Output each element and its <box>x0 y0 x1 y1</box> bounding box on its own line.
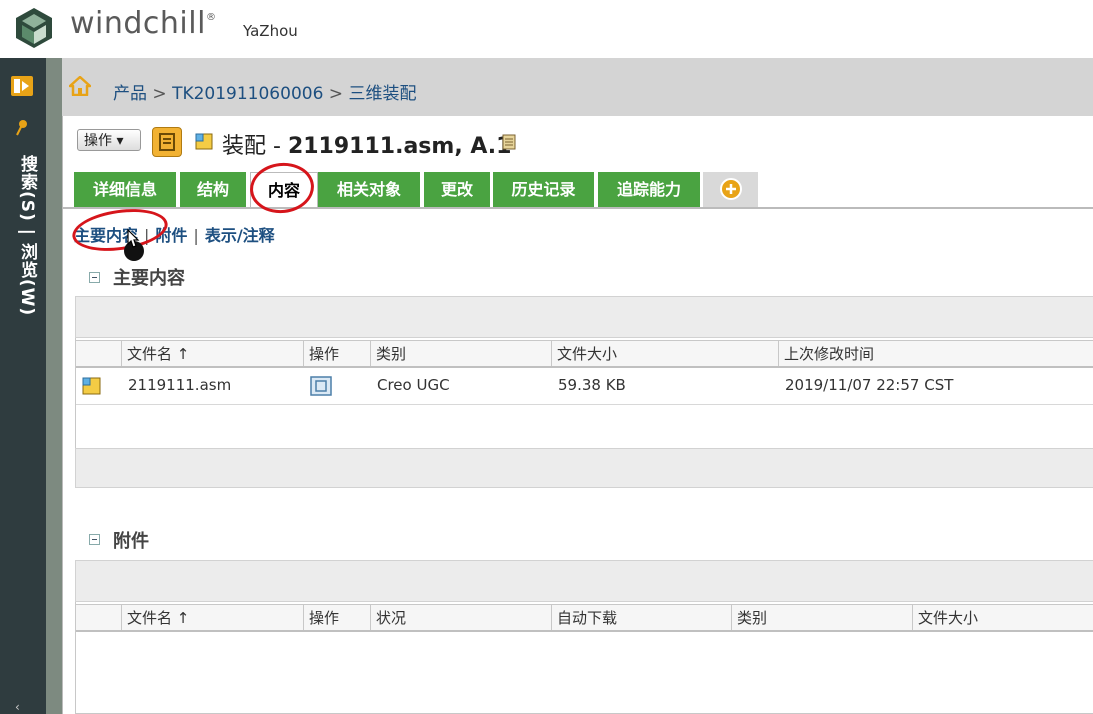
tab-traceability[interactable]: 追踪能力 <box>598 172 702 207</box>
expand-navigator-icon[interactable] <box>11 76 33 96</box>
attach-header-divider <box>76 630 1093 632</box>
pin-icon[interactable] <box>15 119 29 137</box>
actions-dropdown[interactable]: 操作 ▾ <box>77 129 141 151</box>
primary-table-footer <box>75 448 1093 488</box>
info-page-button[interactable] <box>152 127 182 157</box>
home-icon[interactable] <box>69 76 91 96</box>
breadcrumb-item-folder[interactable]: 三维装配 <box>348 84 416 104</box>
primary-section-title: 主要内容 <box>113 268 185 289</box>
left-rail-edge <box>46 58 62 714</box>
user-name: YaZhou <box>243 22 298 40</box>
primary-col-category[interactable]: 类别 <box>371 340 552 366</box>
attachments-section-title: 附件 <box>113 531 149 552</box>
tab-history[interactable]: 历史记录 <box>493 172 596 207</box>
breadcrumb-item-product[interactable]: 产品 <box>113 84 147 104</box>
brand-name: windchill® <box>70 6 217 41</box>
table-cell-size: 59.38 KB <box>558 376 626 394</box>
table-cell-modified: 2019/11/07 22:57 CST <box>785 376 954 394</box>
attach-col-autodownload[interactable]: 自动下载 <box>552 604 732 630</box>
tab-divider <box>62 207 1093 209</box>
primary-col-actions[interactable]: 操作 <box>304 340 371 366</box>
collapse-primary-icon[interactable] <box>89 272 100 283</box>
windchill-logo-icon <box>16 8 52 48</box>
rail-chevron-icon[interactable]: ‹ <box>15 700 20 714</box>
notes-icon[interactable] <box>500 133 518 151</box>
row-divider <box>76 404 1093 405</box>
attach-col-filename[interactable]: 文件名 ↑ <box>122 604 304 630</box>
tab-structure[interactable]: 结构 <box>180 172 248 207</box>
attach-col-icon <box>76 604 122 630</box>
subtab-representations[interactable]: 表示/注释 <box>205 226 275 245</box>
attach-col-category[interactable]: 类别 <box>732 604 913 630</box>
attachments-table-toolbar <box>75 560 1093 602</box>
header-divider <box>76 366 1093 368</box>
primary-col-size[interactable]: 文件大小 <box>552 340 779 366</box>
breadcrumb-item-project[interactable]: TK201911060006 <box>172 84 323 104</box>
tab-changes[interactable]: 更改 <box>424 172 492 207</box>
primary-col-modified[interactable]: 上次修改时间 <box>779 340 1093 366</box>
primary-table-toolbar <box>75 296 1093 338</box>
primary-col-filename[interactable]: 文件名 ↑ <box>122 340 304 366</box>
view-action-icon[interactable] <box>309 375 333 397</box>
assembly-file-icon <box>82 377 101 395</box>
page-title: 装配 - 2119111.asm, A.1 <box>222 134 512 159</box>
collapse-attachments-icon[interactable] <box>89 534 100 545</box>
tab-details[interactable]: 详细信息 <box>74 172 178 207</box>
add-tab-button[interactable] <box>703 172 758 207</box>
table-cell-filename[interactable]: 2119111.asm <box>123 374 231 396</box>
table-cell-category: Creo UGC <box>377 376 450 394</box>
primary-col-icon <box>76 340 122 366</box>
assembly-icon <box>195 133 213 150</box>
attach-col-size[interactable]: 文件大小 <box>913 604 1093 630</box>
attach-col-status[interactable]: 状况 <box>371 604 552 630</box>
mouse-cursor-icon <box>124 228 144 261</box>
attach-col-actions[interactable]: 操作 <box>304 604 371 630</box>
tab-related-objects[interactable]: 相关对象 <box>318 172 422 207</box>
search-browse-label[interactable]: 搜索(S) | 浏览(W) <box>6 155 40 316</box>
breadcrumb: 产品 > TK201911060006 > 三维装配 <box>113 84 417 104</box>
